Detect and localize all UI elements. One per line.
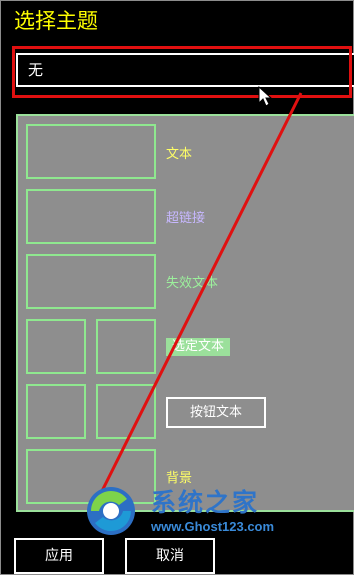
text-label: 文本: [166, 147, 193, 162]
button-text-bg-swatch: [96, 384, 156, 439]
watermark-url: www.Ghost123.com: [151, 519, 275, 534]
dialog-title: 选择主题: [14, 9, 98, 33]
apply-button[interactable]: 应用: [14, 538, 104, 574]
watermark-brand: 系统之家: [151, 488, 260, 517]
theme-dialog: 选择主题 无 文本 超链接 失效文本 选定文本 按钮文本 背景 应用 取消 系统…: [0, 0, 354, 575]
selected-text-bg-swatch: [96, 319, 156, 374]
disabled-text-color-swatch: [26, 254, 156, 309]
selected-text-label: 选定文本: [166, 338, 231, 356]
watermark-logo-icon: [87, 487, 135, 535]
selected-text-fg-swatch: [26, 319, 86, 374]
disabled-text-label: 失效文本: [166, 276, 219, 291]
theme-preview-panel: 文本 超链接 失效文本 选定文本 按钮文本 背景: [16, 114, 354, 512]
annotation-highlight-box: [12, 46, 352, 98]
text-color-swatch: [26, 124, 156, 179]
hyperlink-color-swatch: [26, 189, 156, 244]
button-text-sample: 按钮文本: [166, 397, 266, 428]
hyperlink-label: 超链接: [166, 211, 206, 226]
cancel-button[interactable]: 取消: [125, 538, 215, 574]
button-text-fg-swatch: [26, 384, 86, 439]
